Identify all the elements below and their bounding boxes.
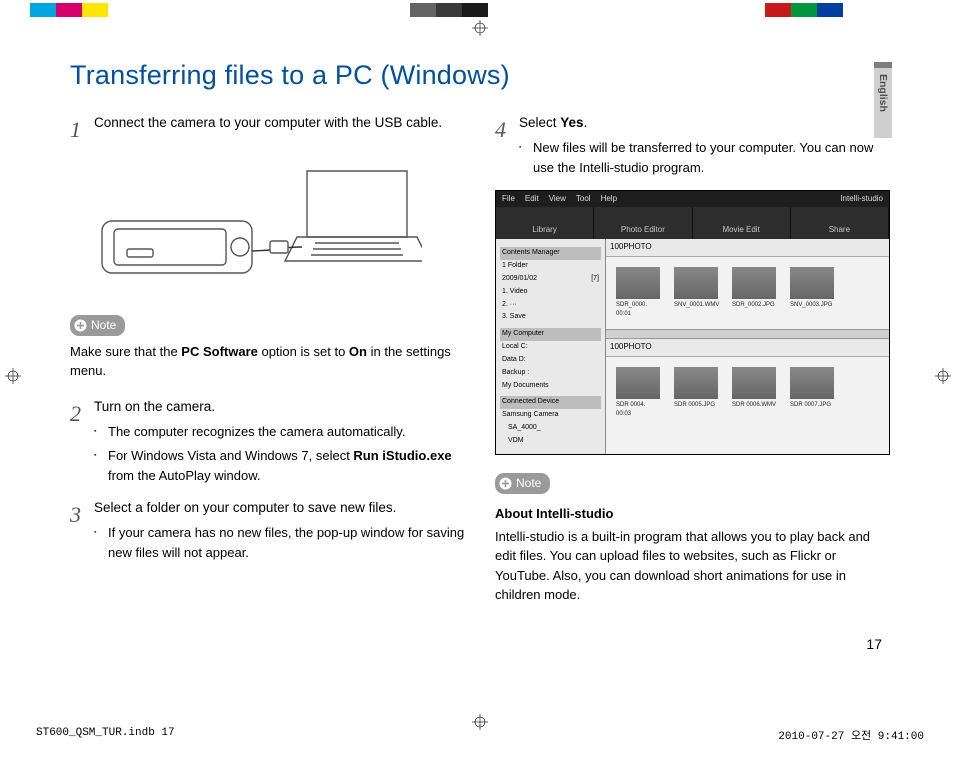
app-main: 100PHOTO SDR_0000. 00:01 SNV_0001.WMV SD… [606,239,889,454]
swatch-black [462,3,488,17]
step-2-number: 2 [70,397,94,486]
side-my-computer: My Computer [500,328,601,341]
footer-left: ST600_QSM_TUR.indb 17 [36,727,175,743]
swatch-cyan [30,3,56,17]
crumb-top: 100PHOTO [606,239,889,256]
note-1-text: Make sure that the PC Software option is… [70,342,465,381]
step-4-text: Select Yes. [519,113,890,134]
app-menubar: File Edit View Tool Help Intelli-studio [496,191,889,207]
footer-right: 2010-07-27 오전 9:41:00 [778,727,924,743]
menu-view: View [549,193,566,205]
tab-photo-editor: Photo Editor [594,207,692,239]
step-2-text: Turn on the camera. [94,397,465,418]
intelli-studio-screenshot: File Edit View Tool Help Intelli-studio … [495,190,890,455]
step-1-text: Connect the camera to your computer with… [94,113,465,134]
note-2-heading: About Intelli-studio [495,504,890,524]
registration-mark-left [5,368,21,384]
menu-edit: Edit [525,193,539,205]
note-2: Note About Intelli-studio Intelli-studio… [495,473,890,605]
tab-library: Library [496,207,594,239]
step-2-bullet-2: For Windows Vista and Windows 7, select … [108,446,465,486]
menu-tool: Tool [576,193,591,205]
thumbs-mid: SDR 0004. 00:03 SDR 0005.JPG SDR 0006.WM… [606,357,889,430]
app-title: Intelli-studio [840,193,883,205]
step-3-bullet-1: If your camera has no new files, the pop… [108,523,465,563]
tab-movie-edit: Movie Edit [693,207,791,239]
registration-mark-top [472,20,488,36]
thumbs-top: SDR_0000. 00:01 SNV_0001.WMV SDR_0002.JP… [606,257,889,330]
step-2: 2 Turn on the camera. The computer recog… [70,397,465,486]
step-4: 4 Select Yes. New files will be transfer… [495,113,890,178]
step-1: 1 Connect the camera to your computer wi… [70,113,465,147]
print-footer: ST600_QSM_TUR.indb 17 2010-07-27 오전 9:41… [36,727,924,743]
step-2-bullet-1: The computer recognizes the camera autom… [108,422,465,442]
color-calibration-bar [0,0,960,20]
step-3-number: 3 [70,498,94,563]
step-1-number: 1 [70,113,94,147]
menu-file: File [502,193,515,205]
swatch-blue [817,3,843,17]
note-1-badge: Note [70,315,125,336]
note-1-label: Note [91,316,116,335]
page-number: 17 [866,636,882,652]
side-contents-manager: Contents Manager [500,247,601,260]
step-4-number: 4 [495,113,519,178]
note-2-badge: Note [495,473,550,494]
note-1: Note Make sure that the PC Software opti… [70,315,465,381]
side-connected-device: Connected Device [500,396,601,409]
language-tab: English [874,62,892,138]
swatch-gray [410,3,436,17]
registration-mark-right [935,368,951,384]
swatch-yellow [82,3,108,17]
crumb-mid: 100PHOTO [606,339,889,356]
swatch-green [791,3,817,17]
swatch-magenta [56,3,82,17]
tab-share: Share [791,207,889,239]
page-title: Transferring files to a PC (Windows) [70,60,890,91]
note-2-label: Note [516,474,541,493]
note-2-text: Intelli-studio is a built-in program tha… [495,527,890,605]
app-sidebar: Contents Manager 1 Folder 2009/01/02[7] … [496,239,606,454]
left-column: 1 Connect the camera to your computer wi… [70,113,465,605]
swatch-darkgray [436,3,462,17]
step-3-text: Select a folder on your computer to save… [94,498,465,519]
swatch-red [765,3,791,17]
step-3: 3 Select a folder on your computer to sa… [70,498,465,563]
right-column: 4 Select Yes. New files will be transfer… [495,113,890,605]
camera-laptop-illustration [92,159,465,295]
menu-help: Help [601,193,617,205]
app-tabs: Library Photo Editor Movie Edit Share [496,207,889,239]
step-4-bullet-1: New files will be transferred to your co… [533,138,890,178]
